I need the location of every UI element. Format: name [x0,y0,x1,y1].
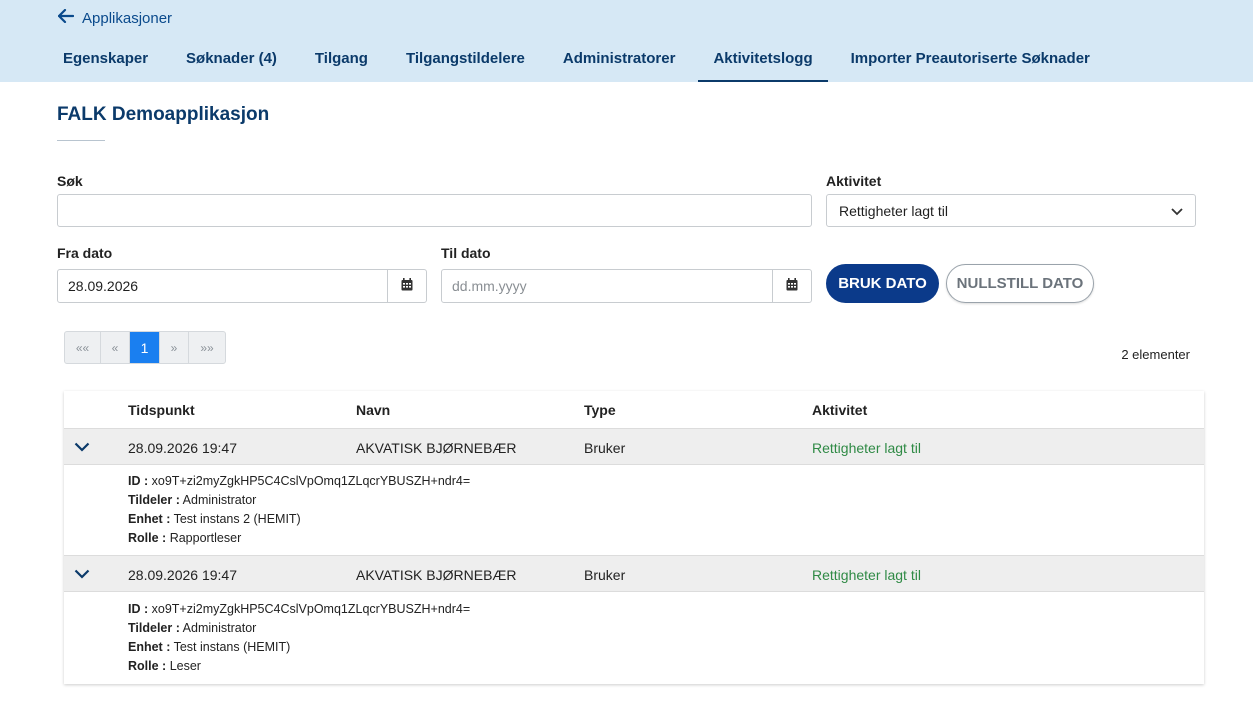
arrow-left-icon [57,8,82,27]
apply-date-button[interactable]: BRUK DATO [826,264,939,303]
pagination-prev[interactable]: « [101,332,130,363]
header-time: Tidspunkt [128,402,195,418]
pagination-last[interactable]: »» [189,332,225,363]
from-date-label: Fra dato [57,245,113,261]
row-time: 28.09.2026 19:47 [128,440,237,456]
row-type: Bruker [584,440,626,456]
to-date-input[interactable]: dd.mm.yyyy [442,270,772,302]
tab-soknader[interactable]: Søknader (4) [167,44,296,82]
row-details: ID : xo9T+zi2myZgkHP5C4CslVpOmq1ZLqcrYBU… [128,472,470,548]
calendar-icon [401,278,413,294]
from-date-calendar-button[interactable] [387,270,426,302]
to-date-calendar-button[interactable] [772,270,811,302]
tab-tilgangstildelere[interactable]: Tilgangstildelere [387,44,544,82]
pagination: «« « 1 » »» [64,331,226,364]
header-activity: Aktivitet [812,402,868,418]
detail-role: Rolle : Rapportleser [128,531,242,545]
pagination-page-1[interactable]: 1 [130,332,160,363]
row-activity: Rettigheter lagt til [812,567,921,583]
back-link-label: Applikasjoner [82,9,173,27]
search-input[interactable] [57,194,812,227]
chevron-down-icon[interactable] [74,566,90,582]
row-type: Bruker [584,567,626,583]
table-header: Tidspunkt Navn Type Aktivitet [64,391,1204,428]
tab-importer-preautoriserte[interactable]: Importer Preautoriserte Søknader [832,44,1109,82]
header-name: Navn [356,402,391,418]
detail-granter: Tildeler : Administrator [128,493,257,507]
search-label: Søk [57,173,83,189]
table-row[interactable]: 28.09.2026 19:47 AKVATISK BJØRNEBÆR Bruk… [64,428,1204,465]
header-type: Type [584,402,616,418]
to-date-field: dd.mm.yyyy [441,269,812,303]
tab-egenskaper[interactable]: Egenskaper [44,44,167,82]
detail-id: ID : xo9T+zi2myZgkHP5C4CslVpOmq1ZLqcrYBU… [128,474,471,488]
element-count: 2 elementer [1121,347,1190,362]
activity-log-table: Tidspunkt Navn Type Aktivitet 28.09.2026… [64,391,1204,684]
reset-date-button[interactable]: NULLSTILL DATO [946,264,1094,303]
from-date-input[interactable]: 28.09.2026 [58,270,387,302]
detail-role: Rolle : Leser [128,659,201,673]
chevron-down-icon [1171,203,1183,219]
pagination-next[interactable]: » [160,332,189,363]
from-date-field: 28.09.2026 [57,269,427,303]
activity-select[interactable]: Rettigheter lagt til [826,194,1196,227]
title-divider [57,140,105,141]
table-row[interactable]: 28.09.2026 19:47 AKVATISK BJØRNEBÆR Bruk… [64,555,1204,592]
tab-bar: Egenskaper Søknader (4) Tilgang Tilgangs… [44,44,1109,82]
activity-label: Aktivitet [826,173,882,189]
row-name: AKVATISK BJØRNEBÆR [356,440,517,456]
row-activity: Rettigheter lagt til [812,440,921,456]
tab-aktivitetslogg[interactable]: Aktivitetslogg [694,44,831,82]
tab-administratorer[interactable]: Administratorer [544,44,695,82]
pagination-first[interactable]: «« [65,332,101,363]
chevron-down-icon[interactable] [74,439,90,455]
row-details: ID : xo9T+zi2myZgkHP5C4CslVpOmq1ZLqcrYBU… [128,600,470,676]
to-date-label: Til dato [441,245,491,261]
top-header: Applikasjoner Egenskaper Søknader (4) Ti… [0,0,1253,82]
page-title: FALK Demoapplikasjon [57,104,270,125]
row-name: AKVATISK BJØRNEBÆR [356,567,517,583]
detail-unit: Enhet : Test instans (HEMIT) [128,640,291,654]
activity-selected-value: Rettigheter lagt til [839,202,948,219]
detail-unit: Enhet : Test instans 2 (HEMIT) [128,512,301,526]
calendar-icon [786,278,798,294]
row-time: 28.09.2026 19:47 [128,567,237,583]
back-to-applications-link[interactable]: Applikasjoner [57,8,173,27]
detail-granter: Tildeler : Administrator [128,621,257,635]
tab-tilgang[interactable]: Tilgang [296,44,387,82]
detail-id: ID : xo9T+zi2myZgkHP5C4CslVpOmq1ZLqcrYBU… [128,602,471,616]
